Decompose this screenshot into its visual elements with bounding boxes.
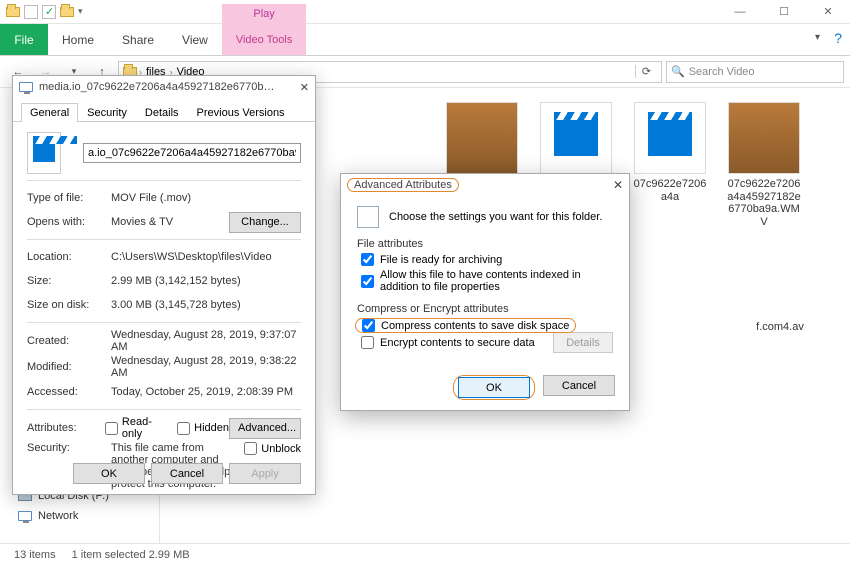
- modified-value: Wednesday, August 28, 2019, 9:38:22 AM: [111, 355, 301, 379]
- network-icon: [18, 511, 32, 521]
- search-input[interactable]: 🔍 Search Video: [666, 61, 844, 83]
- location-value: C:\Users\WS\Desktop\files\Video: [111, 251, 301, 263]
- accessed-value: Today, October 25, 2019, 2:08:39 PM: [111, 386, 301, 398]
- qat-button-1[interactable]: [24, 5, 38, 19]
- checkbox-label: Unblock: [261, 443, 301, 455]
- checkbox-label: Read-only: [122, 416, 167, 440]
- maximize-button[interactable]: ☐: [762, 0, 806, 24]
- close-button[interactable]: ✕: [806, 0, 850, 24]
- help-icon[interactable]: ?: [834, 30, 842, 46]
- cancel-button[interactable]: Cancel: [543, 375, 615, 396]
- dialog-title: media.io_07c9622e7206a4a45927182e6770ba9…: [39, 81, 279, 93]
- refresh-button[interactable]: ⟳: [635, 65, 657, 78]
- ribbon-expand-icon[interactable]: ▾: [815, 32, 820, 43]
- file-item[interactable]: f.com4.av: [742, 259, 818, 348]
- file-label: 07c9622e7206a4a: [632, 178, 708, 203]
- video-icon: [648, 120, 692, 156]
- checkbox-label: Hidden: [194, 422, 229, 434]
- tab-general[interactable]: General: [21, 103, 78, 122]
- minimize-button[interactable]: —: [718, 0, 762, 24]
- search-icon: 🔍: [671, 65, 685, 78]
- ok-button[interactable]: OK: [73, 463, 145, 484]
- properties-dialog: media.io_07c9622e7206a4a45927182e6770ba9…: [12, 75, 316, 495]
- tab-security[interactable]: Security: [78, 103, 136, 122]
- status-selection: 1 item selected 2.99 MB: [72, 549, 190, 561]
- size-on-disk-value: 3.00 MB (3,145,728 bytes): [111, 299, 301, 311]
- app-icon: [6, 7, 20, 17]
- index-checkbox[interactable]: Allow this file to have contents indexed…: [361, 269, 613, 293]
- qat-button-3[interactable]: [60, 7, 74, 17]
- file-tab[interactable]: File: [0, 24, 48, 55]
- cancel-button[interactable]: Cancel: [151, 463, 223, 484]
- title-bar: ✓ ▾ Video — ☐ ✕: [0, 0, 850, 24]
- video-icon: [554, 120, 598, 156]
- ok-button[interactable]: OK: [458, 377, 530, 398]
- unblock-checkbox[interactable]: Unblock: [244, 442, 301, 455]
- qat-dropdown-icon[interactable]: ▾: [78, 6, 83, 17]
- apply-button[interactable]: Apply: [229, 463, 301, 484]
- dialog-icon: [19, 82, 33, 92]
- status-count: 13 items: [14, 549, 56, 561]
- tab-details[interactable]: Details: [136, 103, 188, 122]
- details-button[interactable]: Details: [553, 332, 613, 353]
- attributes-label: Attributes:: [27, 422, 105, 434]
- type-of-file: MOV File (.mov): [111, 192, 301, 204]
- checkbox-label: Compress contents to save disk space: [381, 320, 569, 332]
- sidebar-item-network[interactable]: Network: [18, 506, 159, 526]
- advanced-attributes-dialog: Advanced Attributes ✕ Choose the setting…: [340, 173, 630, 411]
- view-tab[interactable]: View: [168, 24, 222, 55]
- home-tab[interactable]: Home: [48, 24, 108, 55]
- file-item[interactable]: 07c9622e7206a4a45927182e6770ba9a.WMV: [726, 102, 802, 229]
- checkbox-label: Encrypt contents to secure data: [380, 337, 535, 349]
- group-compress-encrypt: Compress or Encrypt attributes: [357, 303, 613, 315]
- file-type-icon: [27, 132, 61, 174]
- property-tabs: General Security Details Previous Versio…: [13, 98, 315, 122]
- contextual-tab-label: Video Tools: [236, 34, 292, 46]
- status-bar: 13 items 1 item selected 2.99 MB: [0, 543, 850, 565]
- group-file-attributes: File attributes: [357, 238, 613, 250]
- dialog-title: Advanced Attributes: [347, 178, 459, 192]
- sidebar-label: Network: [38, 510, 78, 522]
- checkbox-label: File is ready for archiving: [380, 254, 502, 266]
- folder-settings-icon: [357, 206, 379, 228]
- archive-checkbox[interactable]: File is ready for archiving: [361, 253, 613, 266]
- contextual-group-label: Play: [222, 4, 306, 24]
- change-button[interactable]: Change...: [229, 212, 301, 233]
- checkbox-label: Allow this file to have contents indexed…: [380, 269, 613, 293]
- share-tab[interactable]: Share: [108, 24, 168, 55]
- tab-previous-versions[interactable]: Previous Versions: [188, 103, 294, 122]
- readonly-checkbox[interactable]: Read-only: [105, 416, 167, 440]
- advanced-button[interactable]: Advanced...: [229, 418, 301, 439]
- size-value: 2.99 MB (3,142,152 bytes): [111, 275, 301, 287]
- file-item[interactable]: 07c9622e7206a4a: [632, 102, 708, 229]
- qat-button-2[interactable]: ✓: [42, 5, 56, 19]
- hidden-checkbox[interactable]: Hidden: [177, 422, 229, 435]
- created-value: Wednesday, August 28, 2019, 9:37:07 AM: [111, 329, 301, 353]
- opens-with: Movies & TV: [111, 216, 229, 228]
- security-label: Security:: [27, 442, 111, 454]
- close-icon[interactable]: ✕: [613, 178, 623, 192]
- video-tools-tab[interactable]: Play Video Tools: [222, 24, 306, 55]
- close-icon[interactable]: ✕: [300, 81, 309, 94]
- compress-checkbox[interactable]: Compress contents to save disk space: [361, 318, 613, 333]
- dialog-lead: Choose the settings you want for this fo…: [389, 211, 602, 223]
- ribbon: File Home Share View Play Video Tools ▾ …: [0, 24, 850, 56]
- search-placeholder: Search Video: [689, 66, 755, 78]
- file-label: f.com4.av: [756, 321, 804, 334]
- filename-input[interactable]: [83, 143, 301, 163]
- file-label: 07c9622e7206a4a45927182e6770ba9a.WMV: [726, 178, 802, 229]
